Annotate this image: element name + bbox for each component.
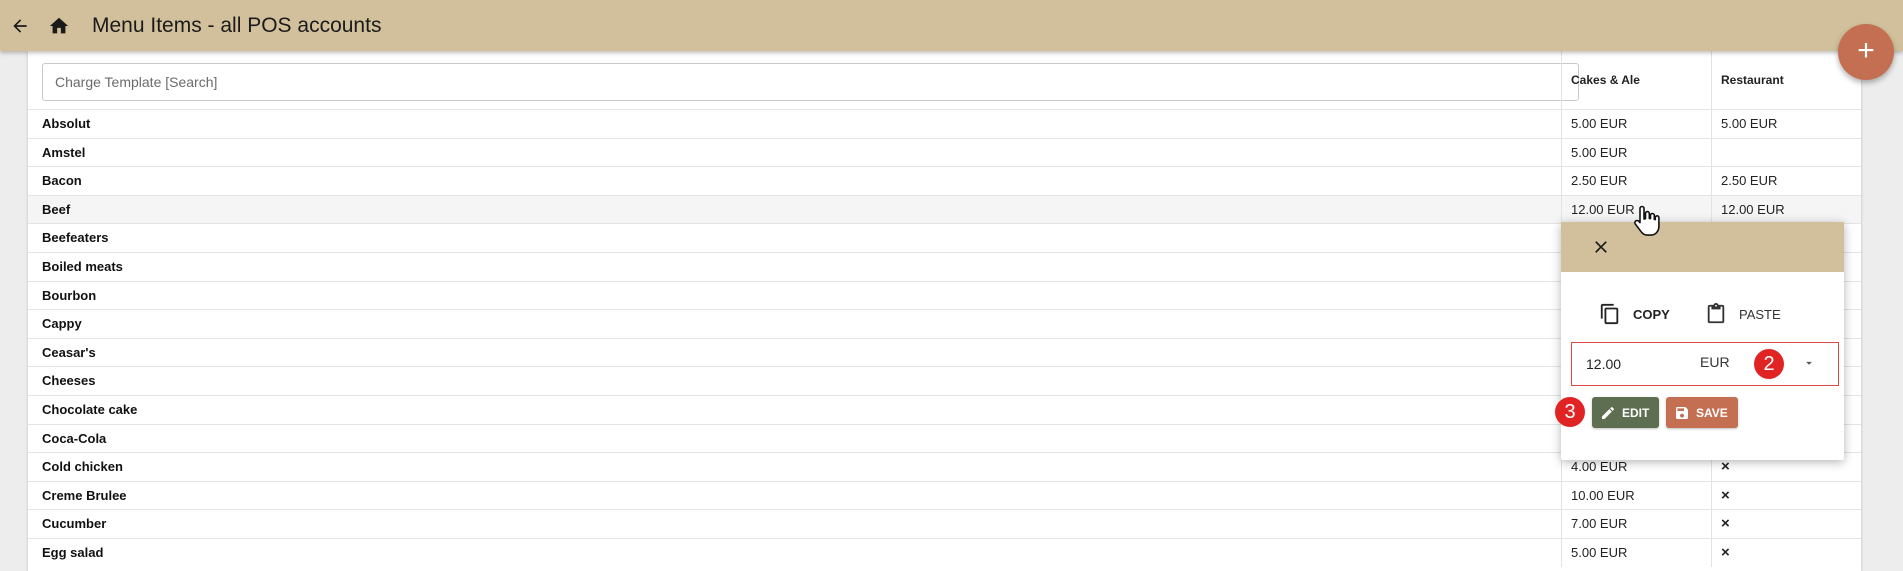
- item-name: Creme Brulee: [42, 487, 127, 503]
- item-name: Chocolate cake: [42, 401, 138, 417]
- table-row[interactable]: Cucumber 7.00 EUR ×: [28, 509, 1861, 539]
- copy-label: COPY: [1633, 306, 1670, 322]
- item-name: Beef: [42, 201, 71, 217]
- price-cell[interactable]: [1711, 138, 1861, 167]
- item-name: Absolut: [42, 116, 91, 131]
- save-label: SAVE: [1696, 405, 1728, 420]
- item-name: Cold chicken: [42, 459, 123, 475]
- item-name: Boiled meats: [42, 258, 123, 274]
- price-cell[interactable]: 12.00 EUR: [1711, 195, 1861, 224]
- price-cell[interactable]: ×: [1711, 510, 1861, 539]
- back-arrow-icon[interactable]: [9, 16, 31, 36]
- price-cell[interactable]: 5.00 EUR: [1711, 110, 1861, 138]
- price-cell[interactable]: 5.00 EUR: [1561, 110, 1711, 138]
- save-button[interactable]: SAVE: [1666, 397, 1738, 428]
- step-badge: 2: [1754, 349, 1784, 379]
- home-icon[interactable]: [47, 15, 71, 37]
- price-cell[interactable]: ×: [1711, 481, 1861, 510]
- popover-header: [1561, 222, 1844, 272]
- edit-label: EDIT: [1622, 405, 1650, 420]
- page-title: Menu Items - all POS accounts: [92, 14, 382, 37]
- copy-icon: [1600, 303, 1619, 325]
- currency-select[interactable]: EUR: [1700, 354, 1730, 370]
- dropdown-arrow-icon[interactable]: [1802, 356, 1816, 370]
- add-item-button[interactable]: +: [1838, 24, 1894, 80]
- paste-label: PASTE: [1739, 306, 1781, 322]
- edit-button[interactable]: EDIT: [1592, 397, 1659, 428]
- plus-icon: +: [1857, 34, 1875, 67]
- price-cell[interactable]: 10.00 EUR: [1561, 481, 1711, 510]
- item-name: Coca-Cola: [42, 430, 107, 446]
- price-field: EUR: [1571, 342, 1839, 386]
- table-row[interactable]: Bacon 2.50 EUR 2.50 EUR: [28, 166, 1861, 196]
- amount-input[interactable]: [1584, 352, 1688, 376]
- table-row[interactable]: Creme Brulee 10.00 EUR ×: [28, 480, 1861, 510]
- item-name: Bourbon: [42, 287, 97, 303]
- item-name: Cappy: [42, 316, 82, 332]
- item-name: Amstel: [42, 144, 86, 160]
- column-header-cakes-ale: Cakes & Ale: [1561, 51, 1711, 109]
- price-cell[interactable]: 2.50 EUR: [1561, 167, 1711, 196]
- price-cell[interactable]: 7.00 EUR: [1561, 510, 1711, 539]
- price-cell[interactable]: 2.50 EUR: [1711, 167, 1861, 196]
- price-editor-popover: COPY PASTE EUR 2 3 EDIT SAVE: [1555, 222, 1844, 460]
- table-row[interactable]: Egg salad 5.00 EUR ×: [28, 537, 1861, 567]
- table-row[interactable]: Absolut 5.00 EUR 5.00 EUR: [28, 109, 1861, 138]
- item-name: Bacon: [42, 173, 82, 189]
- paste-button[interactable]: PASTE: [1705, 300, 1781, 328]
- app-bar: Menu Items - all POS accounts: [0, 0, 1903, 51]
- charge-template-search-input[interactable]: [42, 63, 1579, 101]
- item-name: Ceasar's: [42, 344, 96, 360]
- item-name: Cheeses: [42, 373, 96, 389]
- clipboard-icon: [1707, 303, 1725, 324]
- item-name: Beefeaters: [42, 230, 109, 246]
- item-name: Cucumber: [42, 516, 107, 532]
- hand-pointer-icon: [1634, 205, 1660, 236]
- copy-button[interactable]: COPY: [1599, 300, 1670, 328]
- save-icon: [1676, 406, 1688, 419]
- pencil-icon: [1602, 406, 1614, 419]
- table-row[interactable]: Beef 12.00 EUR 12.00 EUR: [28, 194, 1861, 224]
- close-icon[interactable]: [1591, 237, 1611, 257]
- price-cell[interactable]: 5.00 EUR: [1561, 138, 1711, 167]
- step-badge: 3: [1555, 397, 1585, 427]
- table-row[interactable]: Amstel 5.00 EUR: [28, 137, 1861, 167]
